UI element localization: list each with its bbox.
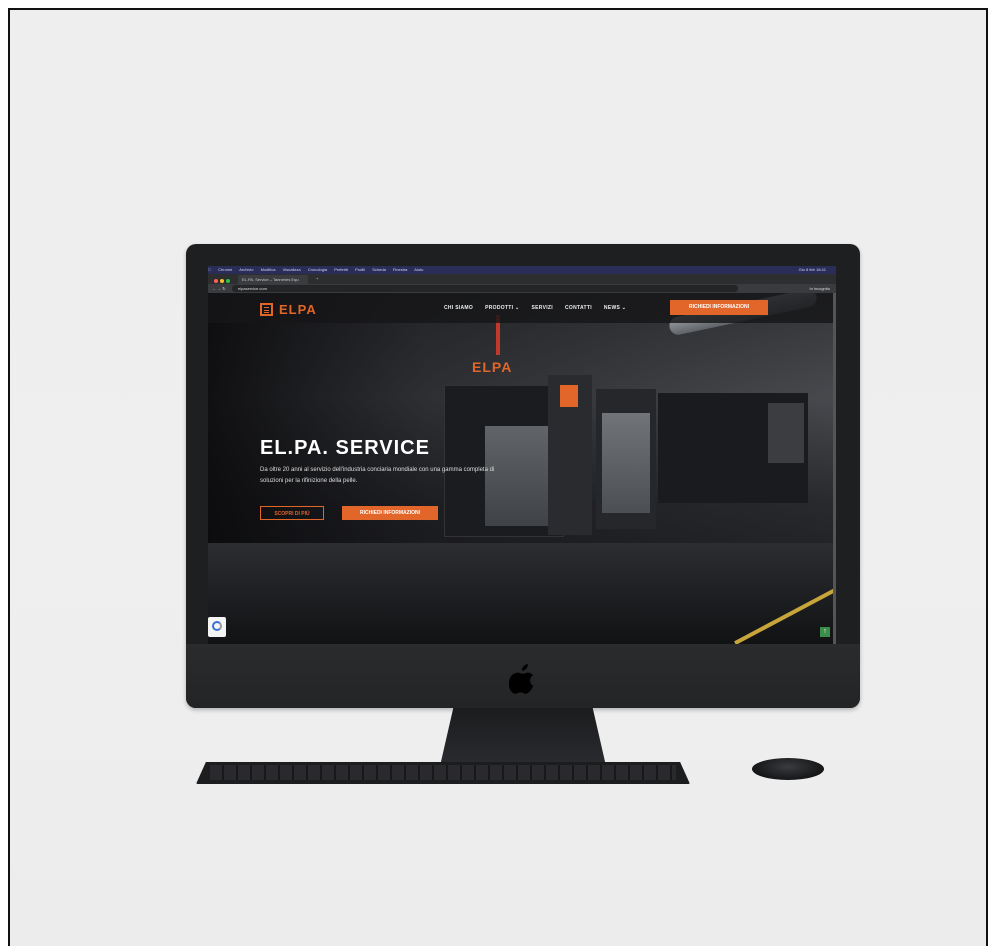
menubar-item[interactable]: Modifica bbox=[261, 267, 276, 272]
hero-title: EL.PA. SERVICE bbox=[260, 437, 430, 459]
menubar-clock: Gio 8 feb 18:41 bbox=[798, 267, 826, 272]
url-text: elpaservice.com bbox=[238, 286, 267, 291]
discover-more-button[interactable]: SCOPRI DI PIÙ bbox=[260, 506, 324, 520]
browser-tabbar: EL.PA. Service – Tanneries Equ + bbox=[208, 274, 836, 284]
machine-unit bbox=[768, 403, 804, 463]
monitor-screen:  Chrome Archivio Modifica Visualizza Cr… bbox=[208, 266, 836, 644]
menubar-item[interactable]: Profili bbox=[355, 267, 365, 272]
menubar-item[interactable]: Scheda bbox=[372, 267, 386, 272]
machine-unit bbox=[444, 385, 564, 537]
machine-sign: ELPA bbox=[472, 359, 513, 375]
imac-stand bbox=[440, 708, 606, 766]
apple-logo-shape bbox=[508, 664, 534, 694]
website-viewport: ELPA ELPA CHI SIAMO PRODOTTI ⌄ SERVIZI C… bbox=[208, 293, 836, 644]
menubar-item[interactable]: Finestra bbox=[393, 267, 407, 272]
imac-monitor:  Chrome Archivio Modifica Visualizza Cr… bbox=[186, 244, 860, 708]
logo-icon bbox=[260, 303, 273, 316]
photo-frame:  Chrome Archivio Modifica Visualizza Cr… bbox=[8, 8, 988, 946]
new-tab-icon[interactable]: + bbox=[316, 274, 318, 284]
apple-menu-icon[interactable]:  bbox=[208, 267, 211, 272]
site-logo[interactable]: ELPA bbox=[260, 302, 317, 317]
keyboard-keys bbox=[210, 765, 676, 780]
nav-prodotti[interactable]: PRODOTTI ⌄ bbox=[485, 305, 519, 311]
nav-news[interactable]: NEWS ⌄ bbox=[604, 305, 626, 311]
hero-subtitle: Da oltre 20 anni al servizio dell'indust… bbox=[260, 467, 495, 484]
recaptcha-icon bbox=[212, 621, 222, 631]
browser-tab[interactable]: EL.PA. Service – Tanneries Equ bbox=[238, 275, 308, 284]
scroll-top-icon[interactable]: ↑ bbox=[820, 627, 830, 637]
apple-logo-icon bbox=[508, 664, 538, 694]
site-navbar: ELPA CHI SIAMO PRODOTTI ⌄ SERVIZI CONTAT… bbox=[208, 293, 836, 323]
nav-chi-siamo[interactable]: CHI SIAMO bbox=[444, 305, 473, 311]
nav-servizi[interactable]: SERVIZI bbox=[532, 305, 553, 311]
machine-unit bbox=[548, 375, 592, 535]
nav-contatti[interactable]: CONTATTI bbox=[565, 305, 592, 311]
address-bar: ← → ↻ elpaservice.com In incognito bbox=[208, 284, 836, 293]
menubar-item[interactable]: Aiuto bbox=[414, 267, 423, 272]
request-info-button[interactable]: RICHIEDI INFORMAZIONI bbox=[670, 300, 768, 315]
menubar-item[interactable]: Cronologia bbox=[308, 267, 327, 272]
monitor-chin bbox=[186, 644, 860, 708]
profile-badge[interactable]: In incognito bbox=[810, 284, 830, 293]
logo-text: ELPA bbox=[279, 302, 317, 317]
machine-unit bbox=[596, 389, 656, 529]
tab-title: EL.PA. Service – Tanneries Equ bbox=[242, 277, 299, 282]
mac-menubar:  Chrome Archivio Modifica Visualizza Cr… bbox=[208, 266, 836, 274]
menubar-item[interactable]: Chrome bbox=[218, 267, 232, 272]
menubar-item[interactable]: Visualizza bbox=[283, 267, 301, 272]
zoom-window-icon[interactable] bbox=[226, 279, 230, 283]
back-forward-icon[interactable]: ← → ↻ bbox=[212, 284, 226, 293]
recaptcha-badge[interactable] bbox=[208, 617, 226, 637]
url-input[interactable]: elpaservice.com bbox=[232, 285, 738, 292]
menubar-item[interactable]: Archivio bbox=[239, 267, 253, 272]
close-window-icon[interactable] bbox=[214, 279, 218, 283]
factory-floor bbox=[208, 543, 836, 644]
page-scrollbar[interactable] bbox=[833, 293, 836, 644]
site-menu: CHI SIAMO PRODOTTI ⌄ SERVIZI CONTATTI NE… bbox=[444, 305, 626, 311]
hero-request-info-button[interactable]: RICHIEDI INFORMAZIONI bbox=[342, 506, 438, 520]
menubar-item[interactable]: Preferiti bbox=[334, 267, 348, 272]
minimize-window-icon[interactable] bbox=[220, 279, 224, 283]
mouse bbox=[752, 758, 824, 780]
